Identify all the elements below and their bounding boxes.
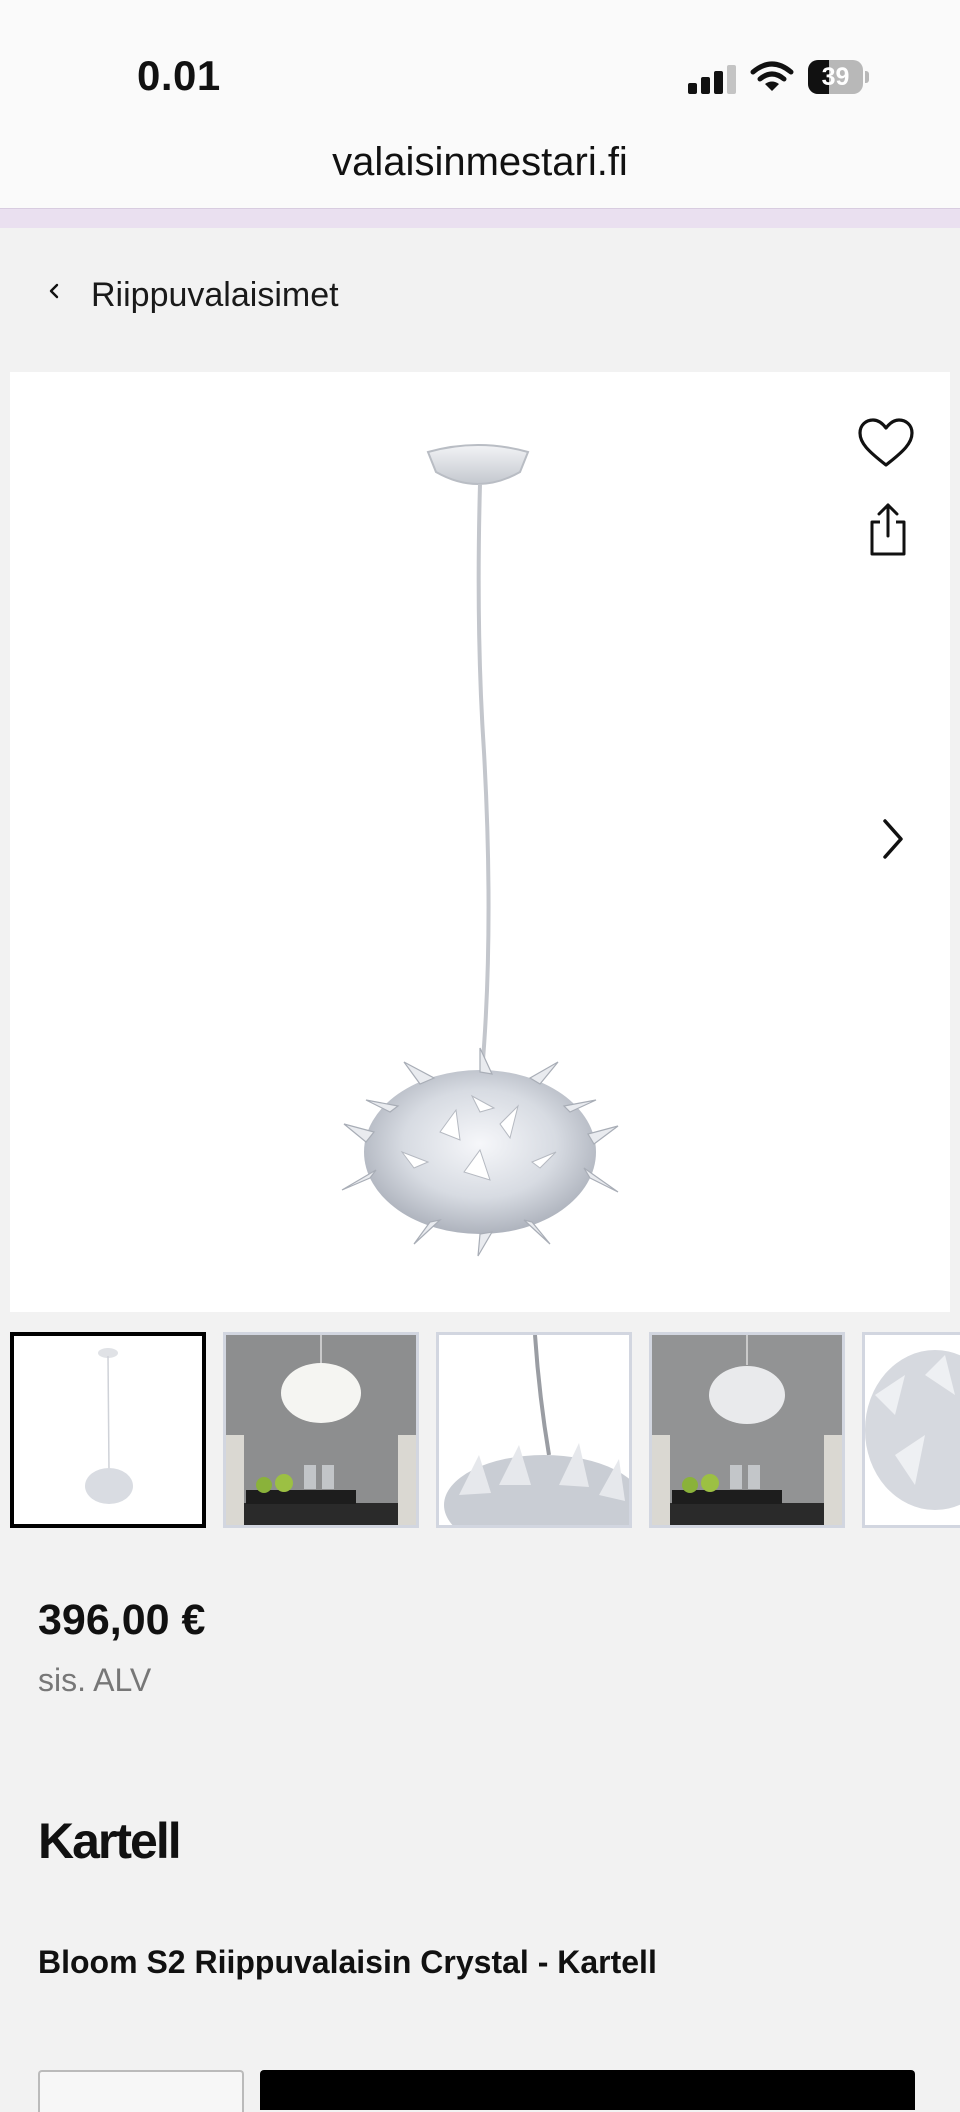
brand-logo[interactable]: Kartell	[38, 1812, 182, 1870]
url-text: valaisinmestari.fi	[332, 140, 628, 184]
chevron-left-icon	[49, 283, 59, 299]
thumbnail-image	[226, 1335, 416, 1525]
thumbnail-4[interactable]	[649, 1332, 845, 1528]
product-price: 396,00 €	[38, 1596, 206, 1644]
thumbnail-3[interactable]	[436, 1332, 632, 1528]
thumbnail-image	[439, 1335, 629, 1525]
header-accent-strip	[0, 208, 960, 228]
battery-level: 39	[821, 63, 850, 91]
product-main-image[interactable]	[10, 372, 950, 1312]
vat-note: sis. ALV	[38, 1662, 152, 1698]
thumbnail-strip[interactable]	[0, 1330, 960, 1536]
share-icon[interactable]	[860, 500, 916, 560]
pendant-lamp-image	[341, 444, 619, 1257]
thumbnail-5[interactable]	[862, 1332, 960, 1528]
wifi-icon	[750, 61, 794, 91]
back-link-label: Riippuvalaisimet	[91, 276, 339, 314]
back-link[interactable]: Riippuvalaisimet	[0, 262, 960, 332]
quantity-selector[interactable]	[38, 2070, 244, 2112]
battery-icon: 39	[808, 60, 870, 94]
thumbnail-2[interactable]	[223, 1332, 419, 1528]
thumbnail-image	[85, 1348, 133, 1504]
thumbnail-image	[652, 1335, 842, 1525]
status-bar: 0.01 39	[0, 0, 960, 120]
thumbnail-image	[865, 1335, 960, 1525]
cellular-signal-icon	[688, 64, 736, 94]
product-title: Bloom S2 Riippuvalaisin Crystal - Kartel…	[38, 1944, 657, 1980]
add-to-cart-button[interactable]	[260, 2070, 915, 2110]
heart-icon[interactable]	[854, 415, 918, 473]
status-time: 0.01	[137, 52, 221, 99]
browser-url-bar[interactable]: valaisinmestari.fi	[0, 120, 960, 208]
chevron-right-icon[interactable]	[868, 812, 916, 866]
thumbnail-1[interactable]	[10, 1332, 206, 1528]
